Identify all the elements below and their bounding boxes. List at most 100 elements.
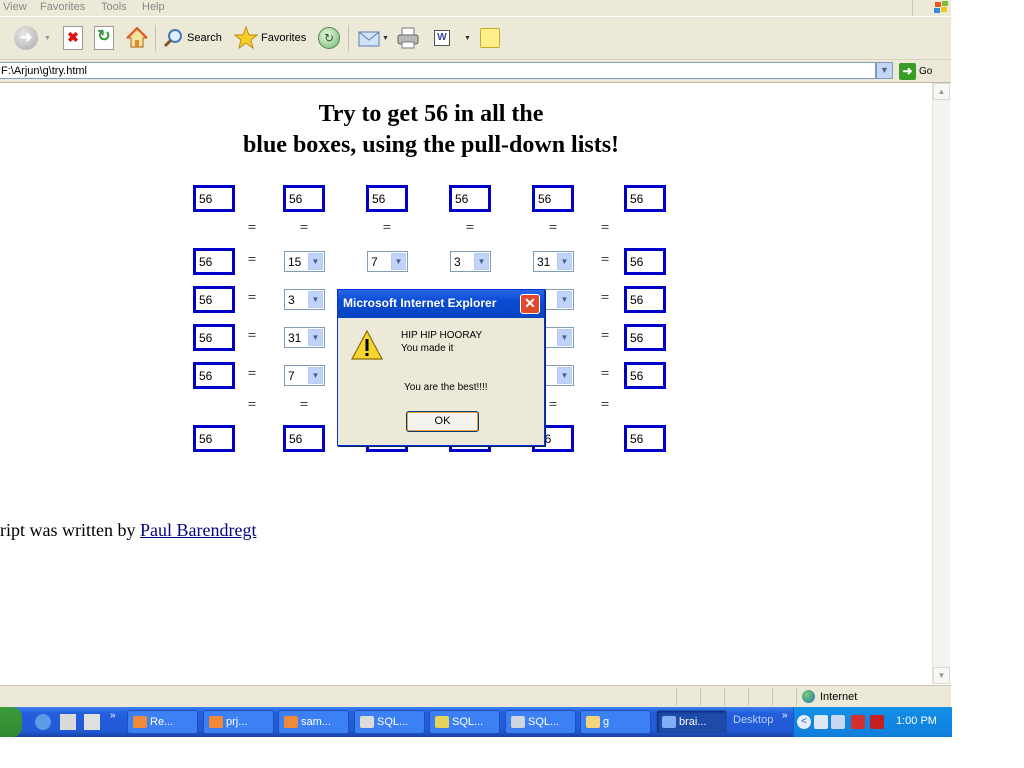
taskbar-button[interactable]: prj...	[203, 710, 274, 734]
status-divider	[796, 688, 797, 706]
blue-box: 56	[193, 425, 235, 452]
blue-box: 56	[193, 286, 235, 313]
number-select[interactable]: 31 ▼	[533, 251, 574, 272]
toolbar-separator	[348, 25, 349, 51]
credit-line: ript was written by Paul Barendregt	[0, 520, 256, 541]
vertical-scrollbar[interactable]: ▲ ▼	[932, 83, 950, 684]
favorites-button[interactable]: Favorites	[233, 23, 306, 53]
blue-box: 56	[624, 185, 666, 212]
equals-sign: =	[247, 328, 257, 344]
print-button[interactable]	[396, 23, 420, 53]
close-icon[interactable]: ✕	[520, 294, 540, 314]
mail-button[interactable]: ▼	[358, 23, 389, 53]
edit-button[interactable]: W ▼	[434, 23, 471, 53]
equals-sign: =	[299, 220, 309, 236]
taskbar-button-active[interactable]: brai...	[656, 710, 727, 734]
equals-sign: =	[548, 397, 558, 413]
page-title: Try to get 56 in all the blue boxes, usi…	[186, 99, 676, 161]
taskbar-button[interactable]: SQL...	[429, 710, 500, 734]
ati-icon[interactable]	[851, 715, 865, 729]
home-icon	[125, 26, 149, 50]
chevron-down-icon: ▼	[391, 253, 406, 270]
search-icon	[162, 27, 184, 49]
number-select[interactable]: 3 ▼	[450, 251, 491, 272]
taskbar-button[interactable]: g	[580, 710, 651, 734]
stop-button[interactable]: ✖	[63, 23, 83, 53]
dialog-message-line-3: You are the best!!!!	[404, 382, 488, 393]
chevron-right-icon[interactable]: »	[782, 710, 788, 721]
taskbar-button[interactable]: SQL...	[505, 710, 576, 734]
number-select[interactable]: 15 ▼	[284, 251, 325, 272]
clock[interactable]: 1:00 PM	[896, 715, 937, 727]
number-select[interactable]: 31 ▼	[284, 327, 325, 348]
chevron-down-icon: ▼	[308, 291, 323, 308]
number-select[interactable]: 3 ▼	[284, 289, 325, 310]
blue-box: 56	[193, 185, 235, 212]
refresh-button[interactable]: ↻	[94, 23, 114, 53]
number-select[interactable]: 7 ▼	[367, 251, 408, 272]
app-quicklaunch-icon[interactable]	[60, 714, 76, 730]
edit-page-icon: W	[434, 30, 450, 46]
status-divider	[772, 688, 773, 706]
home-button[interactable]	[125, 23, 149, 53]
history-icon: ↻	[318, 27, 340, 49]
search-button[interactable]: Search	[162, 23, 222, 53]
security-zone: Internet	[802, 690, 857, 703]
chevron-left-icon[interactable]: <	[797, 715, 811, 729]
app-quicklaunch-icon[interactable]	[84, 714, 100, 730]
forward-button[interactable]: ➜ ▼	[14, 23, 51, 53]
dialog-titlebar[interactable]: Microsoft Internet Explorer ✕	[338, 290, 544, 318]
chevron-down-icon: ▼	[557, 367, 572, 384]
author-link[interactable]: Paul Barendregt	[140, 520, 256, 540]
scroll-up-icon[interactable]: ▲	[933, 83, 950, 100]
app-tray-icon[interactable]	[831, 715, 845, 729]
blue-box: 56	[532, 185, 574, 212]
credit-text: ript was written by	[0, 520, 136, 540]
taskbar-button[interactable]: Re...	[127, 710, 198, 734]
chevron-down-icon[interactable]: ▼	[464, 35, 471, 42]
equals-sign: =	[382, 220, 392, 236]
menu-favorites[interactable]: Favorites	[40, 0, 85, 14]
chevron-down-icon[interactable]: ▼	[876, 62, 893, 79]
chevron-down-icon[interactable]: ▼	[382, 35, 389, 42]
chevron-down-icon: ▼	[308, 329, 323, 346]
forward-arrow-icon: ➜	[14, 26, 38, 50]
equals-sign: =	[247, 366, 257, 382]
equals-sign: =	[600, 252, 610, 268]
start-button[interactable]	[0, 707, 22, 737]
menu-tools[interactable]: Tools	[101, 0, 127, 14]
scroll-down-icon[interactable]: ▼	[933, 667, 950, 684]
toolbar: ➜ ▼ ✖ ↻ Search Favorites ↻ ▼ W ▼	[0, 17, 951, 60]
go-button[interactable]: ➜ Go	[899, 62, 932, 80]
app-tray-icon[interactable]	[870, 715, 884, 729]
discuss-button[interactable]	[480, 23, 500, 53]
printer-icon	[396, 27, 420, 49]
taskbar-button[interactable]: SQL...	[354, 710, 425, 734]
ie-quicklaunch-icon[interactable]	[35, 714, 51, 730]
chevron-down-icon[interactable]: ▼	[44, 35, 51, 42]
equals-sign: =	[465, 220, 475, 236]
blue-box: 56	[624, 324, 666, 351]
chevron-right-icon[interactable]: »	[110, 710, 116, 721]
number-select[interactable]: 7 ▼	[284, 365, 325, 386]
chevron-down-icon: ▼	[557, 329, 572, 346]
menu-help[interactable]: Help	[142, 0, 165, 14]
blue-box: 56	[193, 324, 235, 351]
globe-icon	[802, 690, 815, 703]
taskbar-button[interactable]: sam...	[278, 710, 349, 734]
blue-box: 56	[624, 362, 666, 389]
blue-box: 56	[624, 248, 666, 275]
network-icon[interactable]	[814, 715, 828, 729]
ok-button[interactable]: OK	[406, 411, 479, 432]
address-bar: F:\Arjun\g\try.html ▼ ➜ Go	[0, 60, 951, 83]
blue-box: 56	[624, 286, 666, 313]
equals-sign: =	[600, 328, 610, 344]
desktop-toolbar-label[interactable]: Desktop	[733, 714, 773, 726]
history-button[interactable]: ↻	[318, 23, 340, 53]
alert-dialog: Microsoft Internet Explorer ✕ HIP HIP HO…	[337, 289, 545, 446]
equals-sign: =	[600, 290, 610, 306]
address-input[interactable]: F:\Arjun\g\try.html	[0, 62, 876, 79]
equals-sign: =	[299, 397, 309, 413]
chevron-down-icon: ▼	[308, 367, 323, 384]
menu-view[interactable]: View	[3, 0, 27, 14]
